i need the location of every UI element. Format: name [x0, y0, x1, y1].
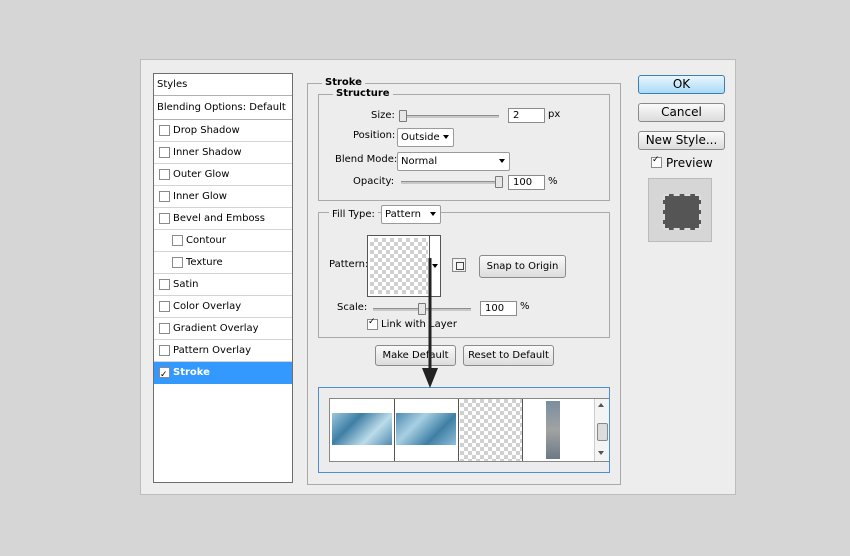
scroll-up-icon[interactable] [598, 403, 604, 407]
preview-checkbox[interactable] [651, 155, 662, 168]
style-item-pattern-overlay[interactable]: Pattern Overlay [154, 340, 292, 362]
cancel-button[interactable]: Cancel [638, 103, 725, 122]
opacity-slider-track[interactable] [401, 181, 499, 184]
blending-options-label: Blending Options: Default [157, 102, 286, 113]
size-label: Size: [371, 110, 395, 121]
fill-type-group: Fill Type: Pattern Pattern: Snap to Orig… [318, 205, 610, 338]
style-item-label: Inner Shadow [173, 147, 242, 158]
size-unit: px [548, 109, 561, 120]
fill-type-label: Fill Type: [329, 209, 378, 221]
style-item-checkbox[interactable] [159, 169, 170, 180]
size-slider-thumb[interactable] [399, 110, 407, 122]
new-style-button[interactable]: New Style... [638, 131, 725, 150]
position-select[interactable]: Outside [397, 128, 454, 147]
new-preset-icon[interactable] [452, 258, 466, 272]
styles-list: Styles Blending Options: Default Drop Sh… [153, 73, 293, 483]
style-item-checkbox[interactable] [159, 191, 170, 202]
style-item-checkbox[interactable] [159, 323, 170, 334]
chevron-down-icon [499, 159, 505, 163]
style-item-checkbox[interactable] [172, 235, 183, 246]
style-item-checkbox[interactable] [172, 257, 183, 268]
styles-header[interactable]: Styles [154, 74, 292, 96]
style-item-label: Inner Glow [173, 191, 227, 202]
preview-swatch [663, 194, 701, 230]
pattern-swatch-rocks-1[interactable] [332, 413, 392, 445]
style-item-inner-shadow[interactable]: Inner Shadow [154, 142, 292, 164]
structure-title: Structure [333, 88, 393, 100]
position-label: Position: [353, 130, 396, 141]
preview-label: Preview [666, 156, 713, 170]
pattern-swatch-metal[interactable] [546, 401, 560, 459]
style-item-contour[interactable]: Contour [154, 230, 292, 252]
pattern-picker-popup [318, 387, 610, 473]
style-item-bevel-and-emboss[interactable]: Bevel and Emboss [154, 208, 292, 230]
opacity-input[interactable]: 100 [508, 175, 545, 190]
style-item-checkbox[interactable] [159, 213, 170, 224]
style-item-label: Contour [186, 235, 226, 246]
pattern-grid [329, 398, 609, 462]
style-preview [648, 178, 712, 242]
blend-mode-value: Normal [401, 156, 438, 167]
style-item-label: Texture [186, 257, 223, 268]
chevron-down-icon [430, 212, 436, 216]
style-item-label: Bevel and Emboss [173, 213, 265, 224]
style-item-outer-glow[interactable]: Outer Glow [154, 164, 292, 186]
make-default-button[interactable]: Make Default [375, 345, 456, 366]
style-item-label: Drop Shadow [173, 125, 240, 136]
style-item-checkbox[interactable] [159, 125, 170, 136]
style-item-gradient-overlay[interactable]: Gradient Overlay [154, 318, 292, 340]
style-item-label: Outer Glow [173, 169, 230, 180]
chevron-down-icon [443, 135, 449, 139]
pattern-label: Pattern: [329, 259, 369, 270]
size-input[interactable]: 2 [508, 108, 545, 123]
link-with-layer-checkbox[interactable] [367, 317, 378, 330]
position-value: Outside [401, 132, 440, 143]
style-item-checkbox[interactable] [159, 365, 170, 386]
style-item-label: Color Overlay [173, 301, 242, 312]
style-item-checkbox[interactable] [159, 345, 170, 356]
opacity-unit: % [548, 176, 558, 187]
scale-unit: % [520, 301, 530, 312]
pattern-scrollbar[interactable] [594, 399, 609, 461]
opacity-label: Opacity: [353, 176, 395, 187]
style-item-stroke[interactable]: Stroke [154, 362, 292, 386]
ok-button[interactable]: OK [638, 75, 725, 94]
scroll-down-icon[interactable] [598, 451, 604, 455]
opacity-slider-thumb[interactable] [495, 176, 503, 188]
style-item-label: Gradient Overlay [173, 323, 259, 334]
style-item-checkbox[interactable] [159, 147, 170, 158]
snap-to-origin-button[interactable]: Snap to Origin [479, 255, 566, 278]
pattern-swatch-rocks-2[interactable] [396, 413, 456, 445]
stroke-group: Stroke Structure Size: 2 px Position: Ou… [307, 77, 621, 485]
pattern-swatch-transparent[interactable] [460, 399, 522, 461]
annotation-arrow-icon [422, 258, 438, 388]
style-item-checkbox[interactable] [159, 301, 170, 312]
style-item-checkbox[interactable] [159, 279, 170, 290]
scale-input[interactable]: 100 [480, 301, 517, 316]
fill-type-select[interactable]: Pattern [381, 205, 441, 224]
blend-mode-label: Blend Mode: [335, 154, 398, 165]
style-item-label: Stroke [173, 367, 210, 378]
style-item-color-overlay[interactable]: Color Overlay [154, 296, 292, 318]
structure-group: Structure Size: 2 px Position: Outside B… [318, 88, 610, 201]
fill-type-value: Pattern [385, 209, 421, 220]
blend-mode-select[interactable]: Normal [397, 152, 510, 171]
style-item-texture[interactable]: Texture [154, 252, 292, 274]
style-item-drop-shadow[interactable]: Drop Shadow [154, 120, 292, 142]
blending-options-item[interactable]: Blending Options: Default [154, 96, 292, 120]
scale-label: Scale: [337, 302, 368, 313]
reset-to-default-button[interactable]: Reset to Default [463, 345, 554, 366]
styles-header-label: Styles [157, 79, 188, 90]
style-item-inner-glow[interactable]: Inner Glow [154, 186, 292, 208]
scroll-thumb[interactable] [597, 423, 608, 441]
size-slider-track[interactable] [401, 115, 499, 118]
style-item-label: Satin [173, 279, 199, 290]
style-item-satin[interactable]: Satin [154, 274, 292, 296]
style-item-label: Pattern Overlay [173, 345, 252, 356]
layer-style-dialog: Styles Blending Options: Default Drop Sh… [140, 59, 736, 495]
